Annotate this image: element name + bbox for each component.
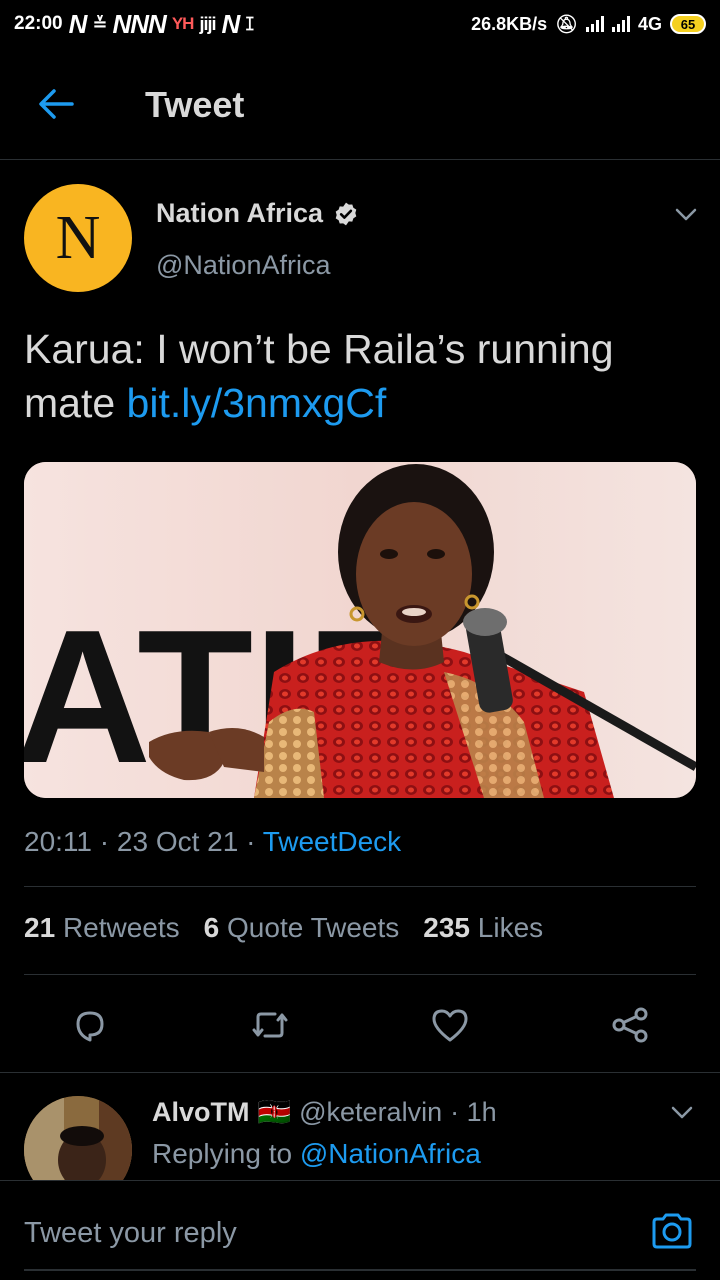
quotes-stat[interactable]: 6 Quote Tweets xyxy=(204,912,400,944)
mute-icon: 🔕︎ xyxy=(555,13,578,34)
tweet-time: 20:11 xyxy=(24,826,92,857)
replying-to-mention[interactable]: @NationAfrica xyxy=(300,1138,481,1169)
reply-author-handle[interactable]: @keteralvin xyxy=(299,1097,442,1128)
reply-icon xyxy=(76,1011,104,1042)
tweet-text: Karua: I won’t be Raila’s running mate b… xyxy=(24,322,696,430)
reply-input[interactable] xyxy=(24,1211,624,1255)
like-button[interactable] xyxy=(425,1000,475,1050)
retweet-icon xyxy=(252,1012,288,1038)
page-title: Tweet xyxy=(145,84,245,125)
signal-icon xyxy=(585,16,604,32)
reply-header: AlvoTM 🇰🇪 @keteralvin · 1h xyxy=(152,1096,497,1128)
likes-label: Likes xyxy=(477,912,544,943)
tweet-link[interactable]: bit.ly/3nmxgCf xyxy=(127,380,387,426)
author-name-row[interactable]: Nation Africa xyxy=(156,198,359,229)
replying-to: Replying to @NationAfrica xyxy=(152,1138,481,1170)
tweet-actions xyxy=(0,990,720,1060)
notification-misc-icon: ꕯ xyxy=(245,13,254,34)
reply-time: · 1h xyxy=(450,1096,497,1127)
back-button[interactable] xyxy=(28,82,84,126)
status-bar: 22:00 N ≚ NNN YH jiji N ꕯ 26.8KB/s 🔕︎ 4G… xyxy=(0,0,720,48)
tweet-meta: 20:11 · 23 Oct 21 · TweetDeck xyxy=(24,826,402,857)
author-avatar[interactable]: N xyxy=(24,184,132,292)
author-name: Nation Africa xyxy=(156,198,324,228)
like-icon xyxy=(432,1009,468,1042)
top-app-bar: Tweet xyxy=(0,48,720,160)
kenya-flag-icon: 🇰🇪 xyxy=(257,1097,292,1127)
reply-button[interactable] xyxy=(65,1000,115,1050)
network-speed: 26.8KB/s xyxy=(471,13,548,34)
reply-menu-button[interactable] xyxy=(668,1100,696,1124)
jiji-icon: jiji xyxy=(199,13,216,34)
likes-count: 235 xyxy=(423,912,470,943)
camera-button[interactable] xyxy=(646,1207,698,1255)
notification-yh-icon: YH xyxy=(171,14,195,33)
download-icon: ≚ xyxy=(92,13,107,34)
tweet-date: 23 Oct 21 xyxy=(116,826,239,857)
replying-to-prefix: Replying to xyxy=(152,1138,293,1169)
notification-nnn-icon: NNN xyxy=(112,8,166,39)
compose-underline xyxy=(24,1269,696,1271)
divider xyxy=(24,974,696,975)
quotes-count: 6 xyxy=(203,912,220,943)
retweets-label: Retweets xyxy=(62,912,180,943)
chevron-down-icon xyxy=(675,208,697,221)
author-handle[interactable]: @NationAfrica xyxy=(156,250,330,281)
share-icon xyxy=(612,1007,648,1043)
arrow-left-icon xyxy=(39,89,74,119)
chevron-down-icon xyxy=(671,1106,693,1119)
status-time: 22:00 xyxy=(14,13,63,34)
tweet-stats: 21 Retweets 6 Quote Tweets 235 Likes xyxy=(24,912,543,944)
battery-icon: 65 xyxy=(670,14,706,34)
divider xyxy=(0,1072,720,1073)
retweet-button[interactable] xyxy=(245,1000,295,1050)
share-button[interactable] xyxy=(605,1000,655,1050)
likes-stat[interactable]: 235 Likes xyxy=(423,912,543,944)
signal-icon-2 xyxy=(611,16,630,32)
verified-badge-icon xyxy=(335,202,357,225)
tweet-menu-button[interactable] xyxy=(672,202,700,226)
retweets-stat[interactable]: 21 Retweets xyxy=(24,912,180,944)
avatar-letter: N xyxy=(55,203,101,272)
notification-n2-icon: N xyxy=(221,8,240,39)
camera-icon xyxy=(652,1213,692,1249)
network-type: 4G xyxy=(637,13,662,34)
notification-n-icon: N xyxy=(68,8,88,39)
retweets-count: 21 xyxy=(24,912,56,943)
tweet-media-image[interactable]: ATIR xyxy=(24,462,696,798)
divider xyxy=(24,886,696,887)
media-photo: ATIR xyxy=(24,462,696,798)
tweet-source[interactable]: TweetDeck xyxy=(263,826,402,857)
compose-bar xyxy=(0,1180,720,1280)
reply-author-name[interactable]: AlvoTM xyxy=(152,1097,250,1128)
quotes-label: Quote Tweets xyxy=(227,912,400,943)
